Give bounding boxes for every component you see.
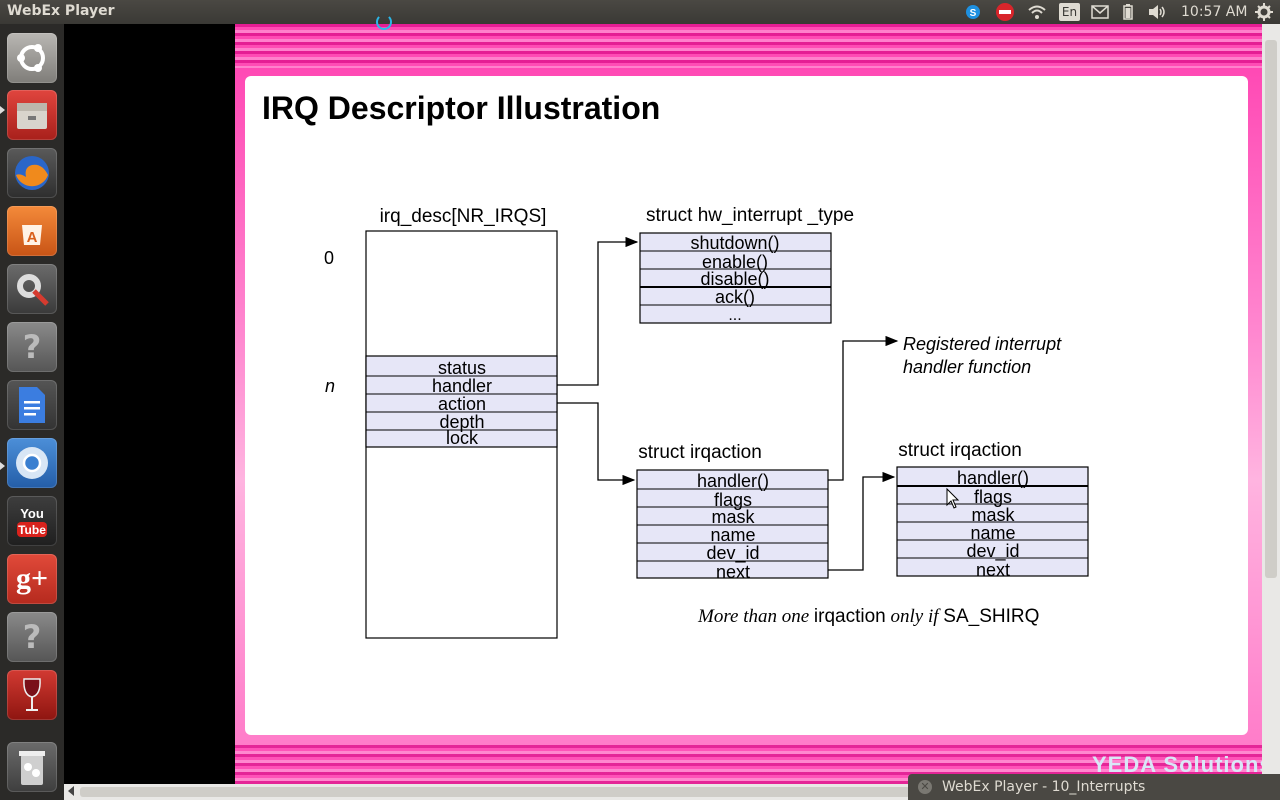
action-arrow <box>557 402 636 486</box>
irqaction-field: flags <box>974 487 1012 507</box>
hw-type-label: struct hw_interrupt _type <box>646 205 854 226</box>
footnote: More than one irqaction only if SA_SHIRQ <box>697 606 1039 627</box>
desc-field: action <box>438 394 486 414</box>
irqaction-field: mask <box>711 507 755 527</box>
irqaction-field: name <box>970 523 1015 543</box>
scroll-left-arrow-icon[interactable] <box>68 786 74 796</box>
hw-field: shutdown() <box>690 233 779 253</box>
irqaction-field: dev_id <box>706 543 759 564</box>
vertical-scrollbar-thumb[interactable] <box>1265 40 1277 578</box>
irq-diagram: irq_desc[NR_IRQS] 0 n status handler act… <box>324 205 1089 639</box>
irqaction-field: handler() <box>697 471 769 491</box>
irqaction-field: next <box>716 562 750 582</box>
irqaction-1-box: handler() flags mask name dev_id next <box>636 469 829 582</box>
registered-handler-note-2: handler function <box>903 357 1031 377</box>
desc-field: lock <box>446 428 479 448</box>
hw-field: disable() <box>700 269 769 289</box>
hw-field: ... <box>728 307 741 324</box>
next-arrow <box>828 471 896 571</box>
irqaction-field: name <box>710 525 755 545</box>
index-n-label: n <box>325 376 335 396</box>
irqaction-1-label: struct irqaction <box>638 442 762 463</box>
irqaction-2-label: struct irqaction <box>898 440 1022 461</box>
irq-desc-label: irq_desc[NR_IRQS] <box>380 206 547 227</box>
irqaction-field: mask <box>971 505 1015 525</box>
handler-arrow <box>557 236 639 386</box>
desc-field: handler <box>432 376 492 396</box>
irqaction-field: dev_id <box>966 541 1019 562</box>
minimized-window-bar[interactable]: ✕ WebEx Player - 10_Interrupts <box>908 774 1280 800</box>
window-title: WebEx Player - 10_Interrupts <box>942 779 1146 795</box>
irqaction-field: handler() <box>957 468 1029 488</box>
close-icon[interactable]: ✕ <box>918 780 932 794</box>
irqaction-field: next <box>976 560 1010 580</box>
horizontal-scrollbar-thumb[interactable] <box>80 787 910 797</box>
irqaction-2-box: handler() flags mask name dev_id next <box>896 466 1089 580</box>
registered-handler-arrow <box>828 335 899 481</box>
index-zero-label: 0 <box>324 248 334 268</box>
desc-field: status <box>438 358 486 378</box>
registered-handler-note-1: Registered interrupt <box>903 334 1062 354</box>
hw-field: ack() <box>715 287 755 307</box>
hw-type-box: shutdown() enable() disable() ack() ... <box>639 232 832 324</box>
irq-desc-fields: status handler action depth lock <box>365 355 558 448</box>
